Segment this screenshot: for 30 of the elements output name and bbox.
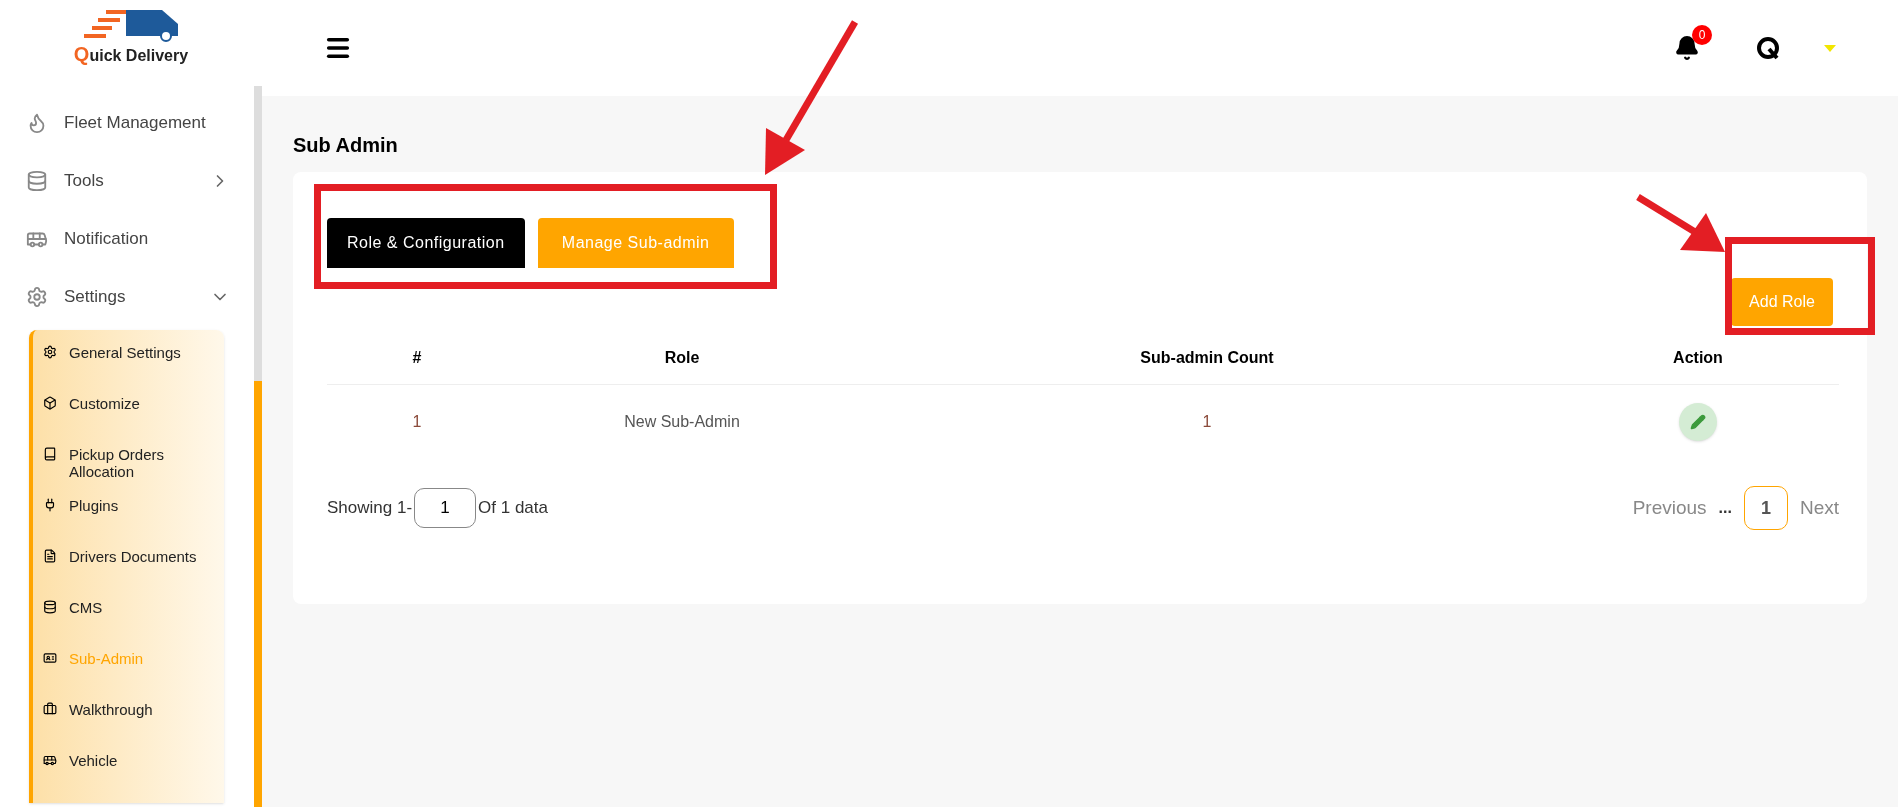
- submenu-item[interactable]: Vehicle: [33, 752, 224, 803]
- submenu-item[interactable]: Pickup Orders Allocation: [33, 446, 224, 497]
- column-header: Role: [507, 332, 857, 384]
- brand-name: Quick Delivery: [73, 44, 189, 64]
- submenu-item[interactable]: Drivers Documents: [33, 548, 224, 599]
- column-header: #: [327, 332, 507, 384]
- table-cell: 1: [327, 384, 507, 460]
- sidebar-item[interactable]: Notification: [0, 210, 254, 268]
- ellipsis: ...: [1718, 498, 1732, 518]
- submenu-item[interactable]: General Settings: [33, 344, 224, 395]
- page-title: Sub Admin: [293, 133, 399, 158]
- submenu-item[interactable]: Customize: [33, 395, 224, 446]
- page-button[interactable]: 1: [1743, 486, 1788, 530]
- table-cell: New Sub-Admin: [507, 384, 857, 460]
- submenu-item[interactable]: CMS: [33, 599, 224, 650]
- showing-label: Showing 1-: [327, 497, 413, 520]
- next-link[interactable]: Next: [1799, 493, 1839, 523]
- submenu-item[interactable]: Walkthrough: [33, 701, 224, 752]
- submenu-item[interactable]: Plugins: [33, 497, 224, 548]
- sidebar-item[interactable]: Tools: [0, 152, 254, 210]
- sidebar-item[interactable]: Fleet Management: [0, 94, 254, 152]
- table-cell: 1: [857, 384, 1557, 460]
- total-label: Of 1 data: [478, 497, 548, 520]
- column-header: Action: [1557, 332, 1839, 384]
- notification-badge: 0: [1692, 25, 1712, 45]
- column-header: Sub-admin Count: [857, 332, 1557, 384]
- sidebar-item[interactable]: Settings: [0, 268, 254, 326]
- tab[interactable]: Role & Configuration: [327, 218, 525, 268]
- page-number-field[interactable]: 1: [414, 488, 477, 528]
- previous-link[interactable]: Previous: [1632, 493, 1707, 523]
